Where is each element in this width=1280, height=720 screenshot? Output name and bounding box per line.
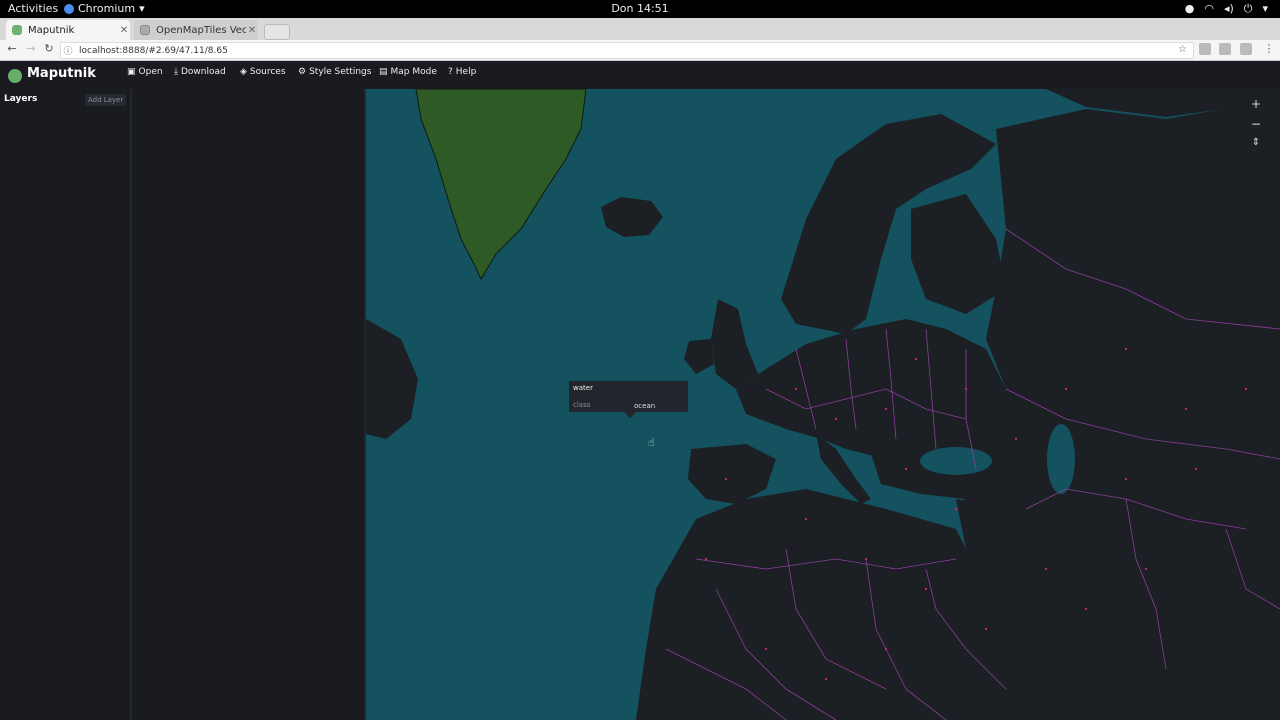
chat-icon: ●: [1184, 2, 1195, 15]
download-label: Download: [180, 67, 226, 77]
map-mode-label: Map Mode: [390, 67, 437, 77]
wifi-icon: ◠: [1204, 2, 1214, 15]
chromium-icon: [64, 3, 74, 14]
chevron-down-icon: ▾: [1262, 2, 1268, 15]
new-tab-button[interactable]: [264, 24, 290, 40]
sources-label: Sources: [249, 67, 286, 77]
popup-property-value: ocean: [634, 402, 656, 410]
app-menu[interactable]: Chromium ▾: [64, 2, 145, 15]
sources-button[interactable]: ◈ Sources: [240, 67, 286, 77]
back-icon[interactable]: ←: [5, 42, 19, 55]
extension-icon[interactable]: [1219, 43, 1231, 55]
address-bar[interactable]: ⓘ localhost:8888/#2.69/47.11/8.65 ☆: [60, 42, 1194, 59]
page-favicon-icon: [140, 25, 150, 35]
forward-icon[interactable]: →: [24, 42, 38, 55]
close-icon[interactable]: ✕: [118, 25, 130, 36]
tab-maputnik[interactable]: Maputnik ✕: [6, 20, 130, 40]
help-icon: ?: [448, 67, 453, 77]
popup-tip: [624, 412, 636, 418]
style-settings-button[interactable]: ⚙ Style Settings: [298, 67, 371, 77]
activities-button[interactable]: Activities: [8, 2, 58, 15]
download-button[interactable]: ⤓ Download: [174, 67, 226, 77]
open-button[interactable]: ▣ Open: [127, 67, 163, 77]
gear-icon: ⚙: [298, 67, 307, 77]
close-icon[interactable]: ✕: [246, 25, 258, 36]
compass-button[interactable]: ⇕: [1250, 137, 1262, 148]
tab-label: Maputnik: [28, 24, 75, 36]
maputnik-logo-icon: [8, 69, 22, 83]
tab-label: OpenMapTiles Vect: [156, 24, 246, 36]
map-canvas[interactable]: + − ⇕ water class ocean ☝: [366, 89, 1280, 720]
open-icon: ▣: [127, 67, 136, 77]
open-label: Open: [138, 67, 163, 77]
feature-inspect-popup: water class ocean: [569, 381, 688, 418]
maputnik-favicon-icon: [12, 25, 22, 35]
maputnik-toolbar: Maputnik ▣ Open ⤓ Download ◈ Sources ⚙ S…: [0, 61, 1280, 89]
volume-icon: ◂): [1223, 2, 1234, 15]
chevron-down-icon: ▾: [139, 2, 145, 15]
download-icon: ⤓: [174, 67, 178, 77]
layers-panel: Layers Add Layer: [0, 89, 130, 720]
popup-property-key: class: [573, 401, 591, 409]
reload-icon[interactable]: ↻: [42, 42, 56, 55]
info-icon: ⓘ: [63, 47, 73, 57]
map-basemap: [366, 89, 1280, 720]
map-mode-button[interactable]: ▤ Map Mode: [379, 67, 437, 77]
map-mode-icon: ▤: [379, 67, 388, 77]
zoom-in-button[interactable]: +: [1250, 97, 1262, 111]
sources-icon: ◈: [240, 67, 247, 77]
hand-cursor-icon: ☝: [648, 436, 655, 449]
bookmark-star-icon[interactable]: ☆: [1178, 44, 1187, 55]
app-title: Maputnik: [27, 66, 96, 81]
help-button[interactable]: ? Help: [448, 67, 476, 77]
tab-openmaptiles[interactable]: OpenMapTiles Vect ✕: [134, 20, 258, 40]
browser-menu-icon[interactable]: ⋮: [1262, 42, 1276, 55]
popup-layer-name: water: [573, 384, 593, 392]
browser-toolbar: ← → ↻ ⓘ localhost:8888/#2.69/47.11/8.65 …: [0, 40, 1280, 61]
help-label: Help: [455, 67, 477, 77]
system-clock[interactable]: Don 14:51: [0, 2, 1280, 15]
browser-tab-strip: Maputnik ✕ OpenMapTiles Vect ✕: [0, 18, 1280, 40]
style-settings-label: Style Settings: [309, 67, 372, 77]
layers-title: Layers: [4, 94, 38, 104]
zoom-out-button[interactable]: −: [1250, 117, 1262, 131]
extension-icon[interactable]: [1240, 43, 1252, 55]
url-text: localhost:8888/#2.69/47.11/8.65: [79, 45, 228, 56]
power-icon: ⏻: [1243, 2, 1253, 15]
add-layer-button[interactable]: Add Layer: [85, 94, 127, 106]
layer-editor-panel: [132, 89, 364, 720]
app-menu-label: Chromium: [78, 2, 136, 15]
system-top-bar: Activities Chromium ▾ Don 14:51 ● ◠ ◂) ⏻…: [0, 0, 1280, 18]
extension-icon[interactable]: [1199, 43, 1211, 55]
system-tray[interactable]: ● ◠ ◂) ⏻ ▾: [1185, 2, 1268, 16]
